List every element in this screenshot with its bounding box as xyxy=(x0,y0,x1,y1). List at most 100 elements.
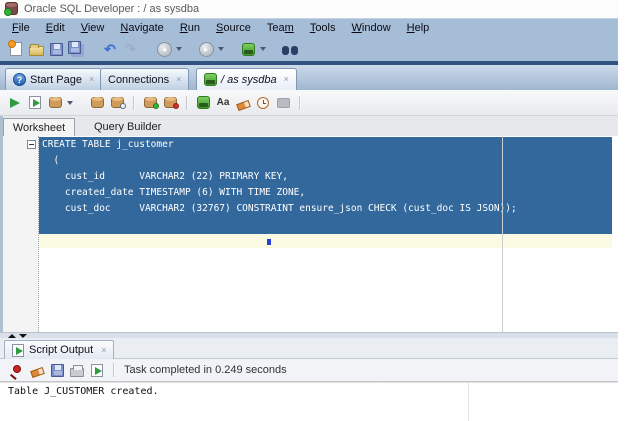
tab-label: Script Output xyxy=(29,344,94,356)
pin-button[interactable] xyxy=(7,360,27,380)
save-output-button[interactable] xyxy=(47,360,67,380)
save-button[interactable] xyxy=(46,39,66,59)
back-button[interactable]: ◂ xyxy=(154,39,174,59)
print-output-button[interactable] xyxy=(67,360,87,380)
connections-button[interactable] xyxy=(238,39,258,59)
tab-script-output[interactable]: Script Output × xyxy=(4,340,115,359)
connection-icon xyxy=(204,73,217,86)
splitter-down-icon[interactable] xyxy=(19,333,27,338)
close-icon[interactable]: × xyxy=(101,345,106,355)
binoculars-icon xyxy=(282,46,298,56)
tab-query-builder[interactable]: Query Builder xyxy=(80,118,175,136)
eraser-icon xyxy=(29,366,45,379)
sql-history-button[interactable] xyxy=(253,93,273,113)
selected-sql-text[interactable]: CREATE TABLE j_customer ( cust_id VARCHA… xyxy=(39,137,612,234)
forward-button[interactable]: ▸ xyxy=(196,39,216,59)
menu-item-view[interactable]: View xyxy=(73,20,113,36)
code-line: cust_id VARCHAR2 (22) PRIMARY KEY, xyxy=(42,171,288,182)
find-button[interactable] xyxy=(280,39,300,59)
menu-item-navigate[interactable]: Navigate xyxy=(112,20,171,36)
run-play-icon xyxy=(10,97,20,108)
undo-button[interactable]: ↶ xyxy=(100,39,120,59)
tab-connections[interactable]: Connections × xyxy=(100,68,190,90)
sql-editor[interactable]: CREATE TABLE j_customer ( cust_id VARCHA… xyxy=(0,136,618,332)
disabled-tool-button xyxy=(273,93,293,113)
splitter-up-icon[interactable] xyxy=(8,333,16,338)
open-file-button[interactable] xyxy=(26,39,46,59)
close-icon[interactable]: × xyxy=(89,75,94,84)
eraser-icon xyxy=(235,99,251,111)
printer-icon xyxy=(70,364,84,377)
output-tab-bar: Script Output × xyxy=(0,338,618,359)
app-window: Oracle SQL Developer : / as sysdba File E… xyxy=(0,0,618,421)
output-column-guide xyxy=(468,383,469,421)
sql-tuning-button[interactable] xyxy=(107,93,127,113)
worksheet-toolbar: Aa xyxy=(0,90,618,116)
run-statement-button[interactable] xyxy=(5,93,25,113)
disabled-tool-icon xyxy=(276,97,290,108)
menu-item-edit[interactable]: Edit xyxy=(38,20,73,36)
redo-button[interactable]: ↷ xyxy=(120,39,140,59)
clear-button[interactable] xyxy=(233,93,253,113)
database-magnifier-icon xyxy=(110,97,126,109)
close-icon[interactable]: × xyxy=(284,75,289,84)
tab-label: / as sysdba xyxy=(221,73,277,86)
run-script-icon xyxy=(29,96,41,109)
close-icon[interactable]: × xyxy=(176,75,181,84)
menu-item-run[interactable]: Run xyxy=(172,20,208,36)
sql-developer-logo-icon xyxy=(4,2,18,16)
menu-item-tools[interactable]: Tools xyxy=(302,20,344,36)
help-icon: ? xyxy=(13,73,26,86)
undo-icon: ↶ xyxy=(104,41,116,57)
output-toolbar: Task completed in 0.249 seconds xyxy=(0,359,618,381)
connection-icon xyxy=(241,42,255,56)
clear-output-button[interactable] xyxy=(27,360,47,380)
output-result-text: Table J_CUSTOMER created. xyxy=(8,386,159,397)
toolbar-separator xyxy=(299,95,300,110)
back-icon: ◂ xyxy=(156,41,172,57)
tab-label: Start Page xyxy=(30,73,82,86)
rollback-database-icon xyxy=(163,97,179,109)
explain-plan-button[interactable] xyxy=(87,93,107,113)
document-tab-bar: ? Start Page × Connections × / as sysdba… xyxy=(0,65,618,90)
current-line-highlight xyxy=(39,234,612,248)
menu-item-window[interactable]: Window xyxy=(344,20,399,36)
code-line: CREATE TABLE j_customer xyxy=(42,139,174,150)
menu-bar: File Edit View Navigate Run Source Team Tools Wi… xyxy=(0,18,618,37)
save-icon xyxy=(49,42,63,56)
new-file-icon xyxy=(8,40,22,56)
rollback-button[interactable] xyxy=(160,93,180,113)
menu-item-help[interactable]: Help xyxy=(399,20,438,36)
open-folder-icon xyxy=(28,43,44,56)
editor-gutter xyxy=(3,136,39,332)
autotrace-button[interactable] xyxy=(45,93,65,113)
rerun-script-button[interactable] xyxy=(87,360,107,380)
commit-button[interactable] xyxy=(140,93,160,113)
code-line: ( xyxy=(42,155,60,166)
toolbar-separator xyxy=(186,95,187,110)
database-icon xyxy=(48,97,62,108)
menu-item-source[interactable]: Source xyxy=(208,20,259,36)
change-case-button[interactable]: Aa xyxy=(213,93,233,113)
main-toolbar: ↶ ↷ ◂ ▸ xyxy=(0,37,618,61)
run-script-icon xyxy=(91,363,103,377)
unshared-worksheet-button[interactable] xyxy=(193,93,213,113)
text-caret xyxy=(267,239,271,245)
code-line: created_date TIMESTAMP (6) WITH TIME ZON… xyxy=(42,187,306,198)
editor-tab-bar: Worksheet Query Builder xyxy=(0,116,618,136)
menu-item-team[interactable]: Team xyxy=(259,20,302,36)
save-all-button[interactable] xyxy=(66,39,86,59)
tab-as-sysdba[interactable]: / as sysdba × xyxy=(196,68,297,90)
change-case-icon: Aa xyxy=(216,97,230,108)
run-script-button[interactable] xyxy=(25,93,45,113)
tab-worksheet[interactable]: Worksheet xyxy=(3,118,75,136)
run-script-icon xyxy=(12,343,24,357)
menu-item-file[interactable]: File xyxy=(4,20,38,36)
tab-start-page[interactable]: ? Start Page × xyxy=(5,68,103,90)
toolbar-separator xyxy=(113,363,114,377)
code-fold-toggle[interactable] xyxy=(27,140,36,149)
title-bar: Oracle SQL Developer : / as sysdba xyxy=(0,0,618,18)
window-title: Oracle SQL Developer : / as sysdba xyxy=(24,3,200,15)
new-file-button[interactable] xyxy=(6,39,26,59)
history-clock-icon xyxy=(257,96,269,109)
